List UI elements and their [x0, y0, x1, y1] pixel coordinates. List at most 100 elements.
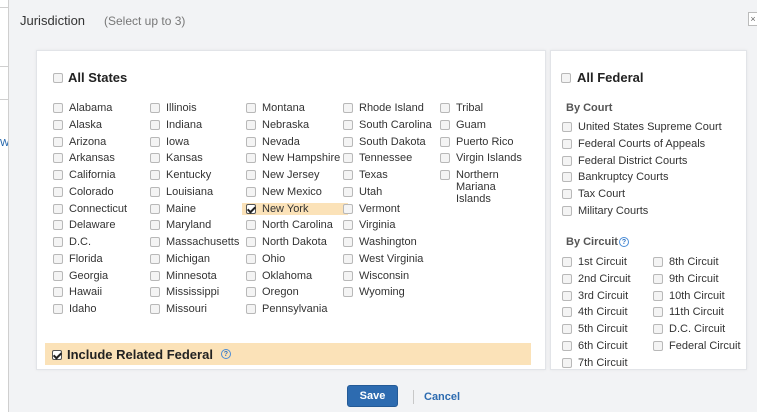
option-pennsylvania[interactable]: Pennsylvania — [246, 303, 344, 315]
checkbox-icon[interactable] — [562, 122, 572, 132]
help-icon[interactable]: ? — [618, 237, 629, 247]
checkbox-icon[interactable] — [246, 220, 256, 231]
all-federal-checkbox[interactable]: All Federal — [561, 70, 643, 85]
option-ohio[interactable]: Ohio — [246, 253, 344, 265]
option-tribal[interactable]: Tribal — [440, 102, 528, 114]
save-button[interactable]: Save — [347, 385, 398, 407]
option-arizona[interactable]: Arizona — [53, 136, 151, 148]
checkbox-icon[interactable] — [246, 153, 256, 164]
option-new-york[interactable]: New York — [242, 202, 348, 215]
checkbox-icon[interactable] — [440, 119, 450, 130]
option-3rd-circuit[interactable]: 3rd Circuit — [562, 290, 648, 302]
checkbox-icon[interactable] — [562, 307, 572, 318]
checkbox-icon[interactable] — [246, 103, 256, 113]
option-new-mexico[interactable]: New Mexico — [246, 186, 344, 198]
checkbox-icon[interactable] — [343, 287, 353, 298]
include-related-federal-checkbox[interactable]: Include Related Federal ? — [45, 343, 531, 365]
option-kansas[interactable]: Kansas — [150, 152, 248, 164]
option-georgia[interactable]: Georgia — [53, 270, 151, 282]
option-massachusetts[interactable]: Massachusetts — [150, 236, 248, 248]
option-alaska[interactable]: Alaska — [53, 119, 151, 131]
option-kentucky[interactable]: Kentucky — [150, 169, 248, 181]
option-vermont[interactable]: Vermont — [343, 203, 441, 215]
option-north-dakota[interactable]: North Dakota — [246, 236, 344, 248]
option-guam[interactable]: Guam — [440, 119, 528, 131]
checkbox-icon[interactable] — [343, 153, 353, 164]
checkbox-icon[interactable] — [53, 186, 63, 197]
option-maine[interactable]: Maine — [150, 203, 248, 215]
option-iowa[interactable]: Iowa — [150, 136, 248, 148]
checkbox-icon[interactable] — [53, 72, 63, 83]
option-south-dakota[interactable]: South Dakota — [343, 136, 441, 148]
checkbox-icon[interactable] — [653, 340, 663, 351]
option-10th-circuit[interactable]: 10th Circuit — [653, 290, 749, 302]
checkbox-icon[interactable] — [150, 119, 160, 130]
option-maryland[interactable]: Maryland — [150, 219, 248, 231]
checkbox-icon[interactable] — [246, 186, 256, 197]
option-south-carolina[interactable]: South Carolina — [343, 119, 441, 131]
checkbox-icon[interactable] — [562, 290, 572, 301]
option-new-hampshire[interactable]: New Hampshire — [246, 152, 344, 164]
option-minnesota[interactable]: Minnesota — [150, 270, 248, 282]
checkbox-icon[interactable] — [343, 186, 353, 197]
option-virgin-islands[interactable]: Virgin Islands — [440, 152, 528, 164]
checkbox-icon[interactable] — [440, 153, 450, 164]
option-oregon[interactable]: Oregon — [246, 286, 344, 298]
checkbox-icon[interactable] — [562, 357, 572, 368]
option-2nd-circuit[interactable]: 2nd Circuit — [562, 273, 648, 285]
checkbox-icon[interactable] — [53, 253, 63, 264]
option-utah[interactable]: Utah — [343, 186, 441, 198]
checkbox-icon[interactable] — [53, 220, 63, 231]
checkbox-icon[interactable] — [53, 203, 63, 214]
checkbox-icon[interactable] — [53, 119, 63, 130]
option-1st-circuit[interactable]: 1st Circuit — [562, 256, 648, 268]
checkbox-icon[interactable] — [150, 203, 160, 214]
option-tennessee[interactable]: Tennessee — [343, 152, 441, 164]
checkbox-icon[interactable] — [53, 270, 63, 281]
checkbox-icon[interactable] — [440, 103, 450, 113]
checkbox-icon[interactable] — [246, 304, 256, 314]
option-nevada[interactable]: Nevada — [246, 136, 344, 148]
option-colorado[interactable]: Colorado — [53, 186, 151, 198]
option-idaho[interactable]: Idaho — [53, 303, 151, 315]
checkbox-icon[interactable] — [52, 349, 62, 360]
help-icon[interactable]: ? — [220, 349, 231, 359]
checkbox-icon[interactable] — [150, 287, 160, 298]
option-4th-circuit[interactable]: 4th Circuit — [562, 306, 648, 318]
checkbox-icon[interactable] — [53, 304, 63, 314]
option-connecticut[interactable]: Connecticut — [53, 203, 151, 215]
option-oklahoma[interactable]: Oklahoma — [246, 270, 344, 282]
option-north-carolina[interactable]: North Carolina — [246, 219, 344, 231]
option-united-states-supreme-court[interactable]: United States Supreme Court — [562, 121, 748, 133]
option-michigan[interactable]: Michigan — [150, 253, 248, 265]
checkbox-icon[interactable] — [53, 153, 63, 164]
checkbox-icon[interactable] — [561, 73, 571, 83]
checkbox-icon[interactable] — [562, 189, 572, 199]
option-mississippi[interactable]: Mississippi — [150, 286, 248, 298]
checkbox-icon[interactable] — [150, 304, 160, 314]
checkbox-icon[interactable] — [343, 253, 353, 264]
option-delaware[interactable]: Delaware — [53, 219, 151, 231]
option-8th-circuit[interactable]: 8th Circuit — [653, 256, 749, 268]
option-florida[interactable]: Florida — [53, 253, 151, 265]
option-puerto-rico[interactable]: Puerto Rico — [440, 136, 528, 148]
checkbox-icon[interactable] — [150, 220, 160, 231]
checkbox-icon[interactable] — [562, 340, 572, 351]
checkbox-icon[interactable] — [343, 220, 353, 231]
checkbox-icon[interactable] — [53, 170, 63, 180]
checkbox-icon[interactable] — [562, 257, 572, 267]
checkbox-icon[interactable] — [343, 136, 353, 147]
option-hawaii[interactable]: Hawaii — [53, 286, 151, 298]
option-rhode-island[interactable]: Rhode Island — [343, 102, 441, 114]
option-7th-circuit[interactable]: 7th Circuit — [562, 357, 648, 369]
checkbox-icon[interactable] — [246, 287, 256, 298]
checkbox-icon[interactable] — [53, 287, 63, 298]
checkbox-icon[interactable] — [653, 290, 663, 301]
close-icon[interactable]: × — [748, 12, 757, 26]
checkbox-icon[interactable] — [150, 170, 160, 180]
option-missouri[interactable]: Missouri — [150, 303, 248, 315]
option-wisconsin[interactable]: Wisconsin — [343, 270, 441, 282]
option-5th-circuit[interactable]: 5th Circuit — [562, 323, 648, 335]
option-virginia[interactable]: Virginia — [343, 219, 441, 231]
checkbox-icon[interactable] — [53, 237, 63, 247]
